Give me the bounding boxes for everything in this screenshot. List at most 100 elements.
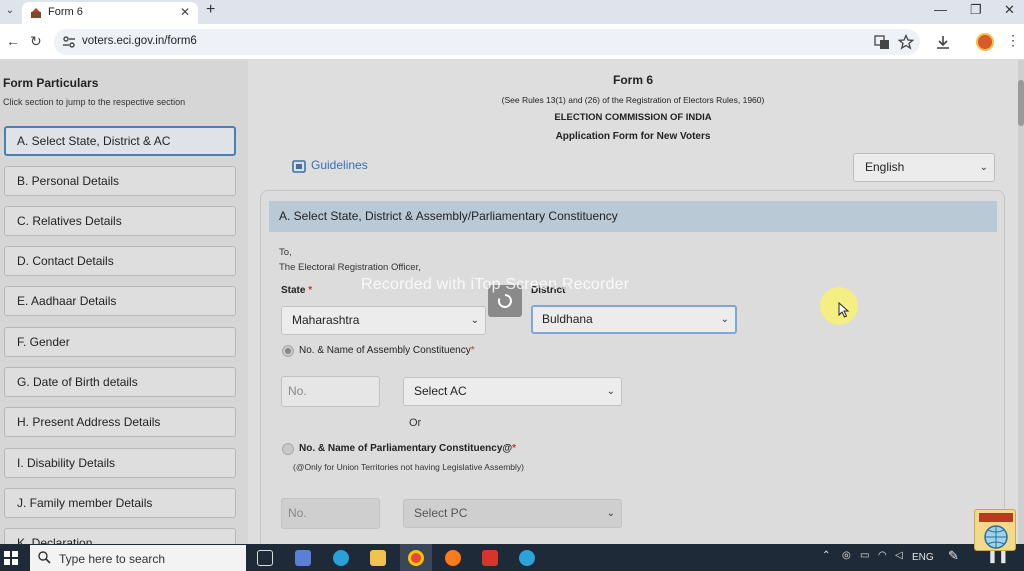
form-title: Form 6 — [612, 73, 653, 87]
sidebar-item-relatives-details[interactable]: C. Relatives Details — [4, 206, 236, 236]
reload-icon[interactable]: ↻ — [30, 33, 42, 50]
state-select-value: Maharashtra — [292, 313, 360, 327]
translate-icon[interactable] — [874, 34, 890, 50]
pc-select[interactable]: Select PC ⌄ — [403, 499, 622, 528]
browser-tab-form6[interactable]: Form 6 ✕ — [22, 2, 198, 24]
language-select[interactable]: English ⌄ — [853, 153, 995, 182]
district-select[interactable]: Buldhana ⌄ — [531, 305, 737, 334]
profile-avatar[interactable] — [976, 33, 994, 51]
eci-favicon-icon — [31, 8, 41, 18]
windows-taskbar: Type here to search ⌃ ◎ ▭ ◠ ◁ ENG ✎ ❚❚ — [0, 544, 1024, 571]
chevron-down-icon: ⌄ — [470, 315, 479, 326]
new-tab-plus-icon[interactable]: + — [206, 1, 215, 19]
sidebar-title: Form Particulars — [3, 76, 99, 90]
parliamentary-constituency-label: No. & Name of Parliamentary Constituency… — [299, 443, 516, 454]
guidelines-link[interactable]: Guidelines — [311, 158, 368, 172]
volume-icon[interactable]: ◁ — [895, 550, 903, 561]
sidebar-subtitle: Click section to jump to the respective … — [3, 97, 186, 107]
form-main: Form 6 (See Rules 13(1) and (26) of the … — [248, 60, 1018, 544]
windows-start-icon[interactable] — [4, 551, 18, 565]
edge-browser-icon[interactable] — [333, 550, 349, 566]
task-view-icon[interactable] — [257, 550, 273, 566]
electoral-officer-text: The Electoral Registration Officer, — [279, 262, 421, 273]
screen-recorder-icon[interactable] — [482, 550, 498, 566]
district-select-value: Buldhana — [542, 312, 593, 326]
taskbar-search-box[interactable]: Type here to search — [30, 545, 246, 571]
back-arrow-icon[interactable]: ← — [6, 33, 20, 49]
sidebar-item-gender[interactable]: F. Gender — [4, 327, 236, 357]
state-label: State * — [281, 285, 312, 296]
tab-title: Form 6 — [48, 6, 83, 18]
assembly-constituency-radio[interactable] — [282, 345, 294, 357]
to-text: To, — [279, 247, 292, 258]
address-bar[interactable]: voters.eci.gov.in/form6 — [54, 29, 920, 55]
bookmark-star-icon[interactable] — [898, 34, 914, 50]
taskbar-search-placeholder: Type here to search — [59, 552, 166, 566]
sidebar-item-contact-details[interactable]: D. Contact Details — [4, 246, 236, 276]
chevron-down-icon: ⌄ — [606, 386, 615, 397]
tray-chevron-up-icon[interactable]: ⌃ — [822, 550, 830, 561]
ac-number-input[interactable]: No. — [281, 376, 380, 407]
parliamentary-constituency-radio[interactable] — [282, 443, 294, 455]
application-subtitle: Application Form for New Voters — [555, 131, 711, 142]
globe-logo-icon — [979, 513, 1013, 549]
assembly-constituency-label: No. & Name of Assembly Constituency* — [299, 345, 475, 356]
input-language-indicator[interactable]: ENG — [912, 552, 934, 563]
sidebar-item-declaration[interactable]: K. Declaration — [4, 528, 236, 544]
firefox-browser-icon[interactable] — [445, 550, 461, 566]
restore-icon[interactable]: ❐ — [970, 2, 982, 18]
assembly-constituency-label-text: No. & Name of Assembly Constituency — [299, 345, 471, 356]
language-select-value: English — [865, 160, 905, 174]
chevron-down-icon: ⌄ — [606, 508, 615, 519]
chevron-down-icon: ⌄ — [979, 162, 988, 173]
chevron-down-icon: ⌄ — [720, 314, 729, 325]
form-rules-reference: (See Rules 13(1) and (26) of the Registr… — [501, 95, 765, 105]
section-a-card: A. Select State, District & Assembly/Par… — [260, 190, 1005, 544]
page-scrollbar[interactable] — [1018, 60, 1024, 544]
ac-select-value: Select AC — [414, 384, 467, 398]
battery-icon[interactable]: ▭ — [860, 550, 869, 561]
pc-number-input[interactable]: No. — [281, 498, 380, 529]
download-icon[interactable] — [935, 34, 951, 50]
parliamentary-constituency-label-text: No. & Name of Parliamentary Constituency… — [299, 443, 513, 454]
state-label-text: State — [281, 285, 306, 296]
required-mark: * — [308, 285, 313, 296]
sidebar-item-family-member[interactable]: J. Family member Details — [4, 488, 236, 518]
telegram-icon[interactable] — [519, 550, 535, 566]
minimize-icon[interactable]: — — [934, 2, 947, 17]
pc-note: (@Only for Union Territories not having … — [293, 462, 524, 472]
tray-meet-icon[interactable]: ◎ — [842, 550, 851, 561]
url-text: voters.eci.gov.in/form6 — [82, 35, 197, 47]
search-icon — [38, 551, 51, 564]
sidebar-item-aadhaar-details[interactable]: E. Aadhaar Details — [4, 286, 236, 316]
sidebar-item-personal-details[interactable]: B. Personal Details — [4, 166, 236, 196]
mouse-pointer-icon — [838, 302, 850, 318]
ac-number-placeholder: No. — [288, 384, 307, 398]
site-settings-icon[interactable] — [62, 35, 76, 49]
channel-logo — [974, 509, 1016, 551]
browser-tab-bar: ⌄ Form 6 ✕ + — ❐ ✕ — [0, 0, 1024, 24]
chrome-browser-icon[interactable] — [408, 550, 424, 566]
sidebar-item-state-district-ac[interactable]: A. Select State, District & AC — [4, 126, 236, 156]
close-window-icon[interactable]: ✕ — [1004, 2, 1015, 18]
app-icon-blue[interactable] — [295, 550, 311, 566]
section-a-heading: A. Select State, District & Assembly/Par… — [269, 201, 997, 232]
browser-menu-icon[interactable]: ⋮ — [1006, 32, 1020, 49]
scrollbar-thumb[interactable] — [1018, 80, 1024, 126]
form-particulars-sidebar: Form Particulars Click section to jump t… — [0, 60, 248, 544]
ac-select[interactable]: Select AC ⌄ — [403, 377, 622, 406]
sidebar-item-date-of-birth[interactable]: G. Date of Birth details — [4, 367, 236, 397]
file-explorer-icon[interactable] — [370, 550, 386, 566]
browser-toolbar: ← ↻ voters.eci.gov.in/form6 ⋮ — [0, 24, 1024, 60]
pen-icon[interactable]: ✎ — [948, 548, 959, 564]
required-mark: * — [470, 345, 475, 356]
guidelines-book-icon[interactable] — [292, 160, 306, 173]
tab-search-chevron-icon[interactable]: ⌄ — [2, 3, 18, 19]
tab-close-icon[interactable]: ✕ — [180, 5, 190, 19]
required-mark: * — [512, 443, 517, 454]
pc-number-placeholder: No. — [288, 506, 307, 520]
sidebar-item-disability-details[interactable]: I. Disability Details — [4, 448, 236, 478]
state-select[interactable]: Maharashtra ⌄ — [281, 306, 486, 335]
wifi-icon[interactable]: ◠ — [878, 550, 887, 561]
sidebar-item-present-address[interactable]: H. Present Address Details — [4, 407, 236, 437]
